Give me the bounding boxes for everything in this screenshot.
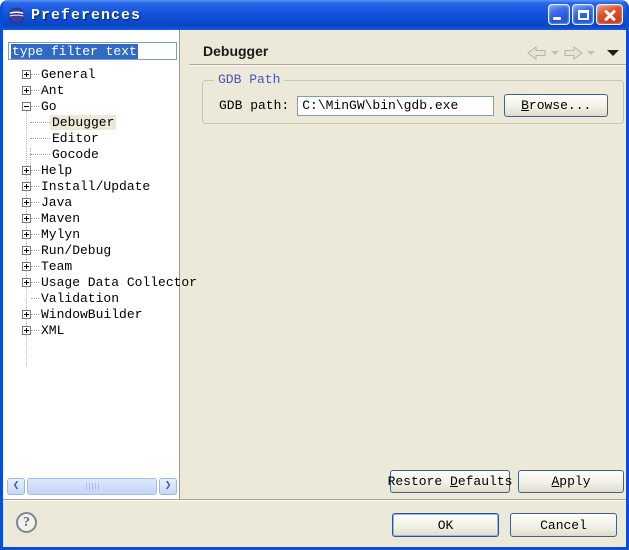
tree-item-install-update[interactable]: Install/Update [3, 178, 178, 194]
tree-item-gocode[interactable]: Gocode [3, 146, 178, 162]
expand-plus-icon[interactable] [22, 86, 31, 95]
scroll-right-icon[interactable]: ❯ [159, 478, 177, 495]
tree-item-general[interactable]: General [3, 66, 178, 82]
preference-page: Debugger GDB Path GDB path: Browse... Re… [184, 30, 629, 499]
tree-item-windowbuilder[interactable]: WindowBuilder [3, 306, 178, 322]
tree-item-go[interactable]: Go [3, 98, 178, 114]
tree-item-team[interactable]: Team [3, 258, 178, 274]
tree-item-debugger[interactable]: Debugger [3, 114, 178, 130]
window-title: Preferences [31, 7, 141, 24]
eclipse-logo-icon [8, 7, 25, 24]
header-separator [189, 64, 629, 66]
preferences-tree: General Ant Go Debugger Editor Gocode He… [3, 66, 178, 338]
tree-horizontal-scrollbar[interactable]: ❮ ❯ [7, 478, 177, 495]
tree-item-ant[interactable]: Ant [3, 82, 178, 98]
gdb-path-label: GDB path: [219, 98, 289, 113]
tree-item-usage-data-collector[interactable]: Usage Data Collector [3, 274, 178, 290]
cancel-button[interactable]: Cancel [510, 513, 617, 537]
dialog-button-bar: ? OK Cancel [3, 501, 626, 547]
scroll-left-icon[interactable]: ❮ [7, 478, 25, 495]
scrollbar-thumb[interactable] [27, 478, 157, 495]
preferences-tree-panel: type filter text General Ant Go Debugger… [3, 30, 180, 499]
back-history-dropdown-icon[interactable] [551, 51, 559, 55]
preferences-dialog: Preferences type filter text General Ant… [0, 0, 629, 550]
collapse-minus-icon[interactable] [22, 102, 31, 111]
group-title: GDB Path [214, 72, 284, 87]
expand-plus-icon[interactable] [22, 262, 31, 271]
view-menu-icon[interactable] [607, 50, 619, 56]
forward-history-dropdown-icon[interactable] [587, 51, 595, 55]
tree-item-java[interactable]: Java [3, 194, 178, 210]
apply-button[interactable]: Apply [518, 470, 624, 493]
tree-item-run-debug[interactable]: Run/Debug [3, 242, 178, 258]
help-button[interactable]: ? [16, 512, 37, 533]
close-button[interactable] [596, 4, 623, 25]
minimize-icon [553, 17, 561, 20]
question-mark-icon: ? [23, 515, 30, 531]
tree-item-validation[interactable]: Validation [3, 290, 178, 306]
ok-button[interactable]: OK [392, 513, 499, 537]
expand-plus-icon[interactable] [22, 246, 31, 255]
minimize-button[interactable] [548, 4, 570, 25]
tree-item-editor[interactable]: Editor [3, 130, 178, 146]
page-title: Debugger [203, 43, 268, 59]
tree-item-maven[interactable]: Maven [3, 210, 178, 226]
back-icon[interactable] [527, 46, 547, 60]
tree-item-xml[interactable]: XML [3, 322, 178, 338]
expand-plus-icon[interactable] [22, 326, 31, 335]
browse-button[interactable]: Browse... [504, 94, 608, 117]
restore-defaults-button[interactable]: Restore Defaults [390, 470, 510, 493]
expand-plus-icon[interactable] [22, 310, 31, 319]
tree-item-mylyn[interactable]: Mylyn [3, 226, 178, 242]
maximize-button[interactable] [572, 4, 594, 25]
expand-plus-icon[interactable] [22, 166, 31, 175]
titlebar[interactable]: Preferences [0, 0, 629, 30]
expand-plus-icon[interactable] [22, 214, 31, 223]
expand-plus-icon[interactable] [22, 278, 31, 287]
gdb-path-input[interactable] [297, 96, 494, 116]
gdb-path-group: GDB Path GDB path: Browse... [202, 80, 624, 124]
scrollbar-grip-icon [86, 483, 99, 490]
expand-plus-icon[interactable] [22, 198, 31, 207]
expand-plus-icon[interactable] [22, 182, 31, 191]
expand-plus-icon[interactable] [22, 70, 31, 79]
filter-input[interactable]: type filter text [8, 42, 177, 60]
filter-text-selected: type filter text [11, 44, 138, 59]
forward-icon[interactable] [563, 46, 583, 60]
tree-item-help[interactable]: Help [3, 162, 178, 178]
expand-plus-icon[interactable] [22, 230, 31, 239]
maximize-icon [578, 10, 589, 20]
